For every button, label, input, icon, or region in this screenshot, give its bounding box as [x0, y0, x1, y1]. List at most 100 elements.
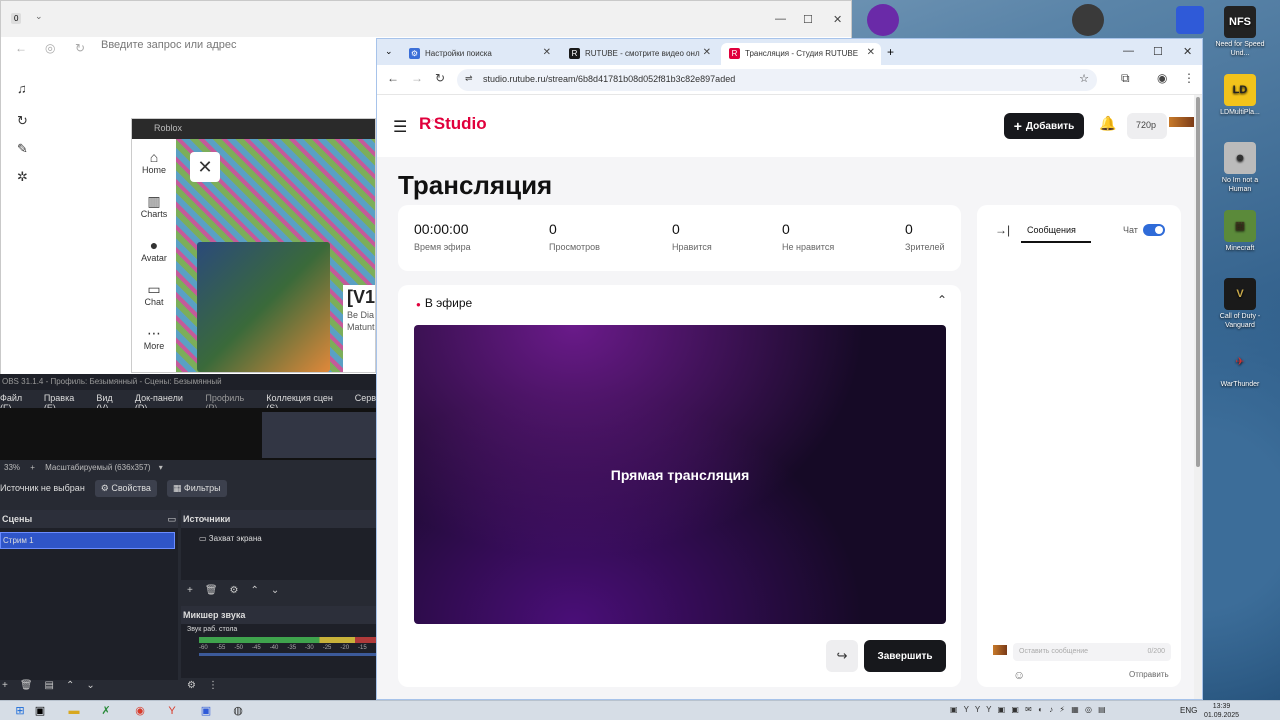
- hamburger-icon[interactable]: ☰: [393, 117, 407, 137]
- tab-rutube[interactable]: R RUTUBE - смотрите видео онл ✕: [561, 43, 717, 65]
- video-player[interactable]: Прямая трансляция: [414, 325, 946, 624]
- bell-icon[interactable]: ♫: [17, 81, 33, 97]
- rutube-studio-logo[interactable]: R◦Studio: [419, 114, 487, 134]
- menu-scene-collection[interactable]: Коллекция сцен (S): [266, 393, 346, 413]
- system-tray[interactable]: ▣ Y Y Y ▣ ▣ ✉ ◐ ♪ ⚡ ▦ ◎ ▤: [950, 705, 1108, 714]
- roblox-nav-more[interactable]: ⋯ More: [132, 325, 176, 359]
- add-icon[interactable]: +: [2, 680, 8, 691]
- start-icon[interactable]: ⊞: [12, 703, 28, 719]
- filters-button[interactable]: ▦ Фильтры: [166, 479, 227, 497]
- chevron-up-icon[interactable]: ⌃: [937, 293, 947, 307]
- menu-services[interactable]: Серв: [355, 393, 376, 408]
- send-button[interactable]: Отправить: [1129, 670, 1169, 679]
- extensions-icon[interactable]: ⧉: [1121, 71, 1130, 86]
- back-icon[interactable]: ←: [15, 41, 27, 55]
- lock-icon[interactable]: ◎: [45, 41, 55, 55]
- bell-icon[interactable]: 🔔: [1099, 115, 1116, 132]
- roblox-nav-chat[interactable]: ▭ Chat: [132, 281, 176, 315]
- address-input[interactable]: Введите запрос или адрес: [101, 39, 237, 51]
- arrow-down-icon[interactable]: ⌄: [86, 680, 94, 691]
- roblox-nav-charts[interactable]: ▥ Charts: [132, 193, 176, 227]
- close-tab-icon[interactable]: ✕: [867, 47, 875, 58]
- pencil-icon[interactable]: ✎: [17, 141, 33, 157]
- desktop-icon-no-im-not-a-human[interactable]: ☻ No Im not a Human: [1212, 142, 1268, 194]
- close-button[interactable]: ✕: [1183, 45, 1192, 58]
- maximize-button[interactable]: ☐: [1153, 45, 1163, 58]
- roblox-nav-avatar[interactable]: ● Avatar: [132, 237, 176, 271]
- gear-icon[interactable]: ⚙: [230, 585, 239, 596]
- add-button[interactable]: + Добавить: [1004, 113, 1084, 139]
- roblox-nav-home[interactable]: ⌂ Home: [132, 149, 176, 183]
- gear-icon[interactable]: ⚙: [187, 680, 196, 691]
- maximize-button[interactable]: ☐: [803, 13, 813, 26]
- star-icon[interactable]: ☆: [1079, 72, 1089, 85]
- desktop-icon-cod[interactable]: V Call of Duty - Vanguard: [1212, 278, 1268, 330]
- chrome-icon[interactable]: ◉: [132, 703, 148, 719]
- url-bar[interactable]: ⇌ studio.rutube.ru/stream/6b8d41781b08d0…: [457, 69, 1097, 91]
- explorer-icon[interactable]: ▬: [66, 703, 82, 719]
- scrollbar-thumb[interactable]: [1196, 97, 1200, 467]
- yandex-browser-icon[interactable]: Y: [164, 703, 180, 719]
- scene-item[interactable]: Стрим 1: [0, 532, 175, 549]
- reload-icon[interactable]: ↻: [75, 41, 85, 55]
- close-tab-icon[interactable]: ✕: [543, 47, 551, 58]
- scale-mode[interactable]: Масштабируемый (636x357): [45, 463, 150, 472]
- kebab-icon[interactable]: ⋮: [208, 680, 218, 691]
- filter-icon[interactable]: ▤: [45, 680, 54, 691]
- new-tab-button[interactable]: +: [887, 45, 894, 59]
- arrow-up-icon[interactable]: ⌃: [66, 680, 74, 691]
- roblox-game-thumbnail[interactable]: [197, 242, 330, 372]
- menu-view[interactable]: Вид (V): [96, 393, 127, 413]
- source-item[interactable]: ▭ Захват экрана: [181, 528, 376, 543]
- volume-slider[interactable]: [199, 653, 376, 656]
- excel-icon[interactable]: ✗: [98, 703, 114, 719]
- spinner-icon[interactable]: ✲: [17, 169, 33, 185]
- chevron-down-icon[interactable]: ▾: [159, 463, 163, 472]
- back-icon[interactable]: ←: [387, 71, 399, 85]
- avatar[interactable]: [1169, 117, 1195, 127]
- language-indicator[interactable]: ENG: [1180, 706, 1197, 715]
- dock-icon[interactable]: ▭: [167, 514, 176, 525]
- finish-button[interactable]: Завершить: [864, 640, 946, 672]
- chevron-down-icon[interactable]: ⌄: [35, 11, 43, 22]
- minimize-button[interactable]: —: [1123, 45, 1134, 57]
- emoji-icon[interactable]: ☺: [1013, 668, 1025, 682]
- message-input[interactable]: Оставить сообщение 0/200: [1013, 643, 1171, 661]
- refresh-icon[interactable]: ↻: [17, 113, 33, 129]
- menu-file[interactable]: Файл (F): [0, 393, 36, 413]
- trash-icon[interactable]: 🗑: [20, 680, 33, 691]
- forward-icon[interactable]: →: [411, 71, 423, 85]
- tab-search-settings[interactable]: ⚙ Настройки поиска ✕: [401, 43, 557, 65]
- properties-button[interactable]: ⚙ Свойства: [94, 479, 157, 497]
- collapse-panel-icon[interactable]: →|: [995, 223, 1010, 237]
- close-icon[interactable]: ✕: [190, 152, 220, 182]
- tab-search-icon[interactable]: ⌄: [385, 46, 393, 57]
- app-icon-blue[interactable]: ▣: [198, 703, 214, 719]
- desktop-icon-minecraft[interactable]: ▦ Minecraft: [1212, 210, 1268, 253]
- add-icon[interactable]: +: [187, 585, 193, 596]
- trash-icon[interactable]: 🗑: [205, 585, 218, 596]
- obs-icon[interactable]: ◍: [230, 703, 246, 719]
- menu-docks[interactable]: Док-панели (D): [135, 393, 197, 413]
- arrow-down-icon[interactable]: ⌄: [271, 585, 279, 596]
- site-info-icon[interactable]: ⇌: [465, 73, 473, 84]
- tab-messages[interactable]: Сообщения: [1021, 225, 1091, 243]
- desktop-icon-warthunder[interactable]: ✈ WarThunder: [1212, 346, 1268, 389]
- zoom-level[interactable]: 33%: [4, 463, 20, 472]
- tab-badge[interactable]: 0: [11, 13, 22, 24]
- app-icon-blue[interactable]: [1176, 6, 1204, 34]
- menu-edit[interactable]: Правка (E): [44, 393, 89, 413]
- profile-icon[interactable]: ◉: [1157, 71, 1167, 85]
- desktop-icon-nfs[interactable]: NFS Need for Speed Und...: [1212, 6, 1268, 58]
- scrollbar[interactable]: [1194, 95, 1202, 699]
- quality-button[interactable]: 720p: [1127, 113, 1167, 139]
- clock[interactable]: 13:39 01.09.2025: [1204, 702, 1239, 720]
- menu-profile[interactable]: Профиль (P): [205, 393, 258, 413]
- chat-toggle[interactable]: [1143, 224, 1165, 236]
- app-icon-purple[interactable]: [867, 4, 899, 36]
- minimize-button[interactable]: —: [775, 13, 786, 25]
- live-header[interactable]: ● В эфире: [416, 296, 472, 310]
- tab-rutube-studio[interactable]: R Трансляция - Студия RUTUBE ✕: [721, 43, 881, 65]
- menu-icon[interactable]: ⋮: [1183, 71, 1195, 85]
- share-button[interactable]: ↪: [826, 640, 858, 672]
